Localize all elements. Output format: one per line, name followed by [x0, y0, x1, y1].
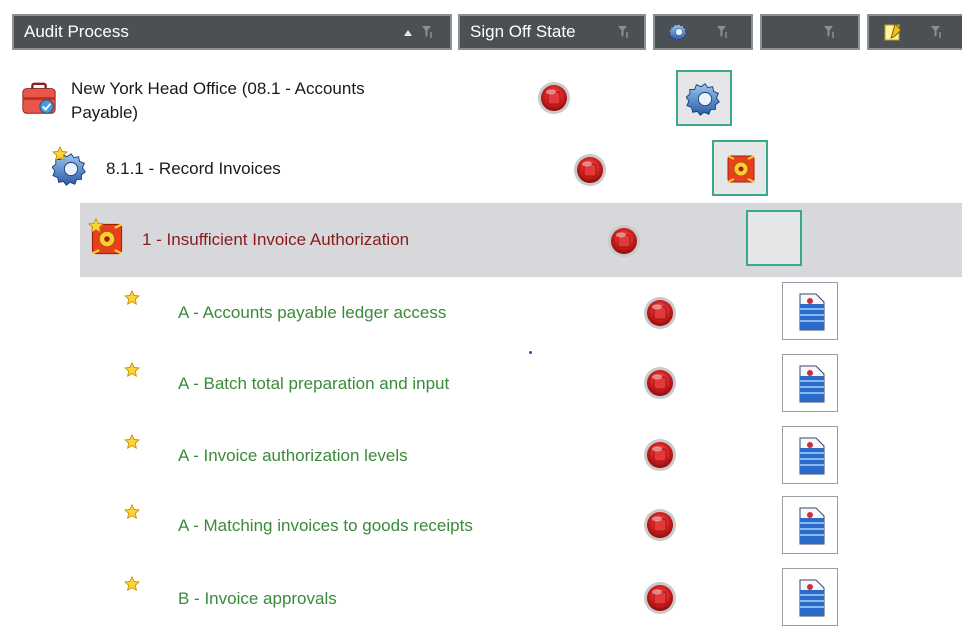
row-label: A - Matching invoices to goods receipts — [178, 516, 473, 535]
stop-icon[interactable] — [607, 224, 641, 258]
column-header-notepad[interactable] — [867, 14, 962, 50]
column-header-lock[interactable] — [760, 14, 860, 50]
stop-icon[interactable] — [537, 81, 571, 115]
star-icon — [124, 434, 140, 450]
column-header-sign-off-state[interactable]: Sign Off State — [458, 14, 646, 50]
star-icon — [124, 576, 140, 592]
column-title-sign-off-state: Sign Off State — [470, 22, 576, 41]
stop-icon[interactable] — [643, 366, 677, 400]
document-icon — [794, 436, 828, 476]
notepad-icon — [883, 22, 903, 42]
document-icon — [794, 578, 828, 618]
lock-icon — [776, 22, 792, 42]
stop-icon[interactable] — [643, 508, 677, 542]
star-icon — [124, 290, 140, 306]
column-header-audit-process[interactable]: Audit Process — [12, 14, 452, 50]
star-icon — [124, 362, 140, 378]
tree-row-invoice-approvals[interactable]: B - Invoice approvals — [0, 568, 962, 630]
row-label: A - Accounts payable ledger access — [178, 303, 447, 322]
stop-icon[interactable] — [643, 296, 677, 330]
tree-row-record-invoices[interactable]: 8.1.1 - Record Invoices — [0, 140, 962, 200]
gear-action-button[interactable] — [676, 70, 732, 126]
filter-icon[interactable] — [824, 26, 836, 38]
document-icon — [794, 506, 828, 546]
document-icon — [794, 364, 828, 404]
lock-action-button[interactable] — [746, 210, 802, 266]
tree-row-new-york-head-office[interactable]: New York Head Office (08.1 - Accounts Pa… — [0, 70, 962, 130]
gear-icon — [686, 80, 724, 118]
row-label: B - Invoice approvals — [178, 589, 337, 608]
lock-icon — [760, 220, 790, 258]
risk-icon — [724, 152, 758, 186]
star-icon — [88, 218, 104, 234]
document-action-button[interactable] — [782, 426, 838, 484]
stop-icon[interactable] — [643, 438, 677, 472]
row-label: 1 - Insufficient Invoice Authorization — [142, 230, 410, 249]
document-action-button[interactable] — [782, 282, 838, 340]
star-icon — [124, 504, 140, 520]
tree-row-accounts-payable-ledger-access[interactable]: A - Accounts payable ledger access — [0, 282, 962, 344]
row-label: A - Batch total preparation and input — [178, 374, 450, 393]
document-icon — [794, 292, 828, 332]
stop-icon[interactable] — [573, 153, 607, 187]
column-header-gear[interactable] — [653, 14, 753, 50]
column-header-bar: Audit Process Sign Off State — [0, 0, 962, 66]
document-action-button[interactable] — [782, 568, 838, 626]
tree-row-invoice-authorization-levels[interactable]: A - Invoice authorization levels — [0, 426, 962, 488]
gear-icon — [669, 22, 689, 42]
column-title-audit-process: Audit Process — [24, 22, 129, 41]
document-action-button[interactable] — [782, 354, 838, 412]
stop-icon[interactable] — [643, 581, 677, 615]
sort-ascending-icon[interactable] — [404, 30, 412, 36]
filter-icon[interactable] — [618, 26, 630, 38]
risk-action-button[interactable] — [712, 140, 768, 196]
filter-icon[interactable] — [931, 26, 943, 38]
tree-row-matching-invoices[interactable]: A - Matching invoices to goods receipts — [0, 496, 962, 558]
document-action-button[interactable] — [782, 496, 838, 554]
row-label: 8.1.1 - Record Invoices — [106, 159, 281, 178]
briefcase-icon — [20, 80, 58, 118]
row-label-line1: New York Head Office (08.1 - Accounts — [71, 79, 365, 98]
star-icon — [52, 146, 68, 162]
row-label-line2: Payable) — [71, 103, 139, 122]
tree-row-insufficient-invoice-authorization[interactable]: 1 - Insufficient Invoice Authorization — [0, 210, 962, 270]
stray-dot — [529, 351, 532, 354]
tree-row-batch-total-preparation[interactable]: A - Batch total preparation and input — [0, 354, 962, 416]
filter-icon[interactable] — [422, 26, 434, 38]
filter-icon[interactable] — [717, 26, 729, 38]
row-label: A - Invoice authorization levels — [178, 446, 408, 465]
